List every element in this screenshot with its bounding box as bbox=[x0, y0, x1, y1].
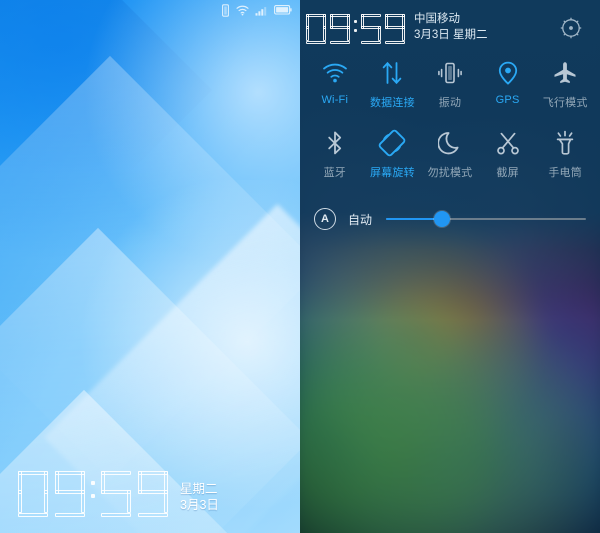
status-bar bbox=[0, 0, 300, 20]
toggle-flashlight[interactable]: 手电筒 bbox=[536, 120, 594, 190]
toggle-vibrate-label: 振动 bbox=[438, 97, 462, 109]
toggle-auto-rotate[interactable]: 屏幕旋转 bbox=[364, 120, 422, 190]
airplane-icon bbox=[552, 56, 578, 90]
toggle-screenshot[interactable]: 截屏 bbox=[479, 120, 537, 190]
toggle-do-not-disturb-label: 勿扰模式 bbox=[427, 167, 473, 179]
lock-weekday: 星期二 bbox=[180, 482, 218, 496]
seven-segment-digit bbox=[385, 14, 405, 44]
carrier-name: 中国移动 bbox=[414, 12, 460, 25]
brightness-settings-icon[interactable] bbox=[558, 15, 584, 41]
toggle-airplane[interactable]: 飞行模式 bbox=[536, 50, 594, 120]
lock-clock-hours bbox=[18, 471, 85, 517]
toggle-gps-label: GPS bbox=[495, 94, 520, 106]
brightness-control-row: A 自动 bbox=[300, 196, 600, 242]
toggle-wifi-label: Wi-Fi bbox=[321, 94, 349, 106]
toggle-vibrate[interactable]: 振动 bbox=[421, 50, 479, 120]
toggle-bluetooth-label: 蓝牙 bbox=[323, 167, 346, 179]
toggle-bluetooth[interactable]: 蓝牙 bbox=[306, 120, 364, 190]
scissors-icon bbox=[495, 126, 521, 160]
control-center-header: 中国移动 3月3日 星期二 bbox=[300, 0, 600, 50]
seven-segment-digit bbox=[18, 471, 48, 517]
location-pin-icon bbox=[497, 56, 519, 90]
bluetooth-icon bbox=[325, 126, 345, 160]
toggle-mobile-data-label: 数据连接 bbox=[369, 97, 415, 109]
toggle-gps[interactable]: GPS bbox=[479, 50, 537, 120]
toggle-do-not-disturb[interactable]: 勿扰模式 bbox=[421, 120, 479, 190]
auto-brightness-label: 自动 bbox=[348, 212, 373, 227]
wallpaper bbox=[0, 0, 300, 533]
lock-clock-minutes bbox=[101, 471, 168, 517]
cc-clock bbox=[306, 12, 405, 44]
seven-segment-digit bbox=[361, 14, 381, 44]
lock-date: 3月3日 bbox=[180, 498, 219, 512]
seven-segment-digit bbox=[101, 471, 131, 517]
seven-segment-digit bbox=[330, 14, 350, 44]
moon-icon bbox=[437, 126, 462, 160]
control-center-panel[interactable]: 中国移动 3月3日 星期二 Wi-Fi 数据连接 振动 GPS 飞行模式 蓝牙 … bbox=[300, 0, 600, 533]
toggle-wifi[interactable]: Wi-Fi bbox=[306, 50, 364, 120]
cc-clock-minutes bbox=[361, 14, 405, 44]
toggle-mobile-data[interactable]: 数据连接 bbox=[364, 50, 422, 120]
toggle-flashlight-label: 手电筒 bbox=[548, 167, 582, 179]
toggle-airplane-label: 飞行模式 bbox=[542, 97, 588, 109]
lock-clock: 星期二 3月3日 bbox=[18, 467, 219, 517]
phone-screenshot-pair: 星期二 3月3日 中国移动 3月3日 星期二 Wi-Fi 数据连接 振动 GPS… bbox=[0, 0, 600, 533]
seven-segment-digit bbox=[138, 471, 168, 517]
cc-meta-block: 中国移动 3月3日 星期二 bbox=[414, 11, 488, 46]
wifi-icon bbox=[236, 5, 249, 16]
seven-segment-digit bbox=[306, 14, 326, 44]
vibrate-icon bbox=[221, 3, 230, 17]
battery-icon bbox=[274, 5, 292, 15]
slider-thumb[interactable] bbox=[434, 211, 450, 227]
toggle-screenshot-label: 截屏 bbox=[496, 167, 519, 179]
screen-rotate-icon bbox=[378, 126, 406, 160]
brightness-slider[interactable] bbox=[386, 209, 586, 229]
wifi-icon bbox=[322, 56, 348, 90]
flashlight-icon bbox=[554, 126, 576, 160]
lock-clock-colon bbox=[91, 467, 95, 511]
quick-toggle-row-2: 蓝牙 屏幕旋转 勿扰模式 截屏 手电筒 bbox=[300, 120, 600, 190]
auto-brightness-badge[interactable]: A bbox=[314, 208, 336, 230]
cc-clock-hours bbox=[306, 14, 350, 44]
cc-date: 3月3日 星期二 bbox=[414, 29, 488, 41]
toggle-auto-rotate-label: 屏幕旋转 bbox=[369, 167, 415, 179]
signal-bars-icon bbox=[255, 5, 268, 16]
lock-date-block: 星期二 3月3日 bbox=[180, 481, 219, 513]
vibrate-icon bbox=[438, 56, 462, 90]
data-transfer-icon bbox=[380, 56, 404, 90]
cc-clock-colon bbox=[354, 12, 357, 40]
lock-screen[interactable]: 星期二 3月3日 bbox=[0, 0, 300, 533]
quick-toggle-row-1: Wi-Fi 数据连接 振动 GPS 飞行模式 bbox=[300, 50, 600, 120]
seven-segment-digit bbox=[55, 471, 85, 517]
